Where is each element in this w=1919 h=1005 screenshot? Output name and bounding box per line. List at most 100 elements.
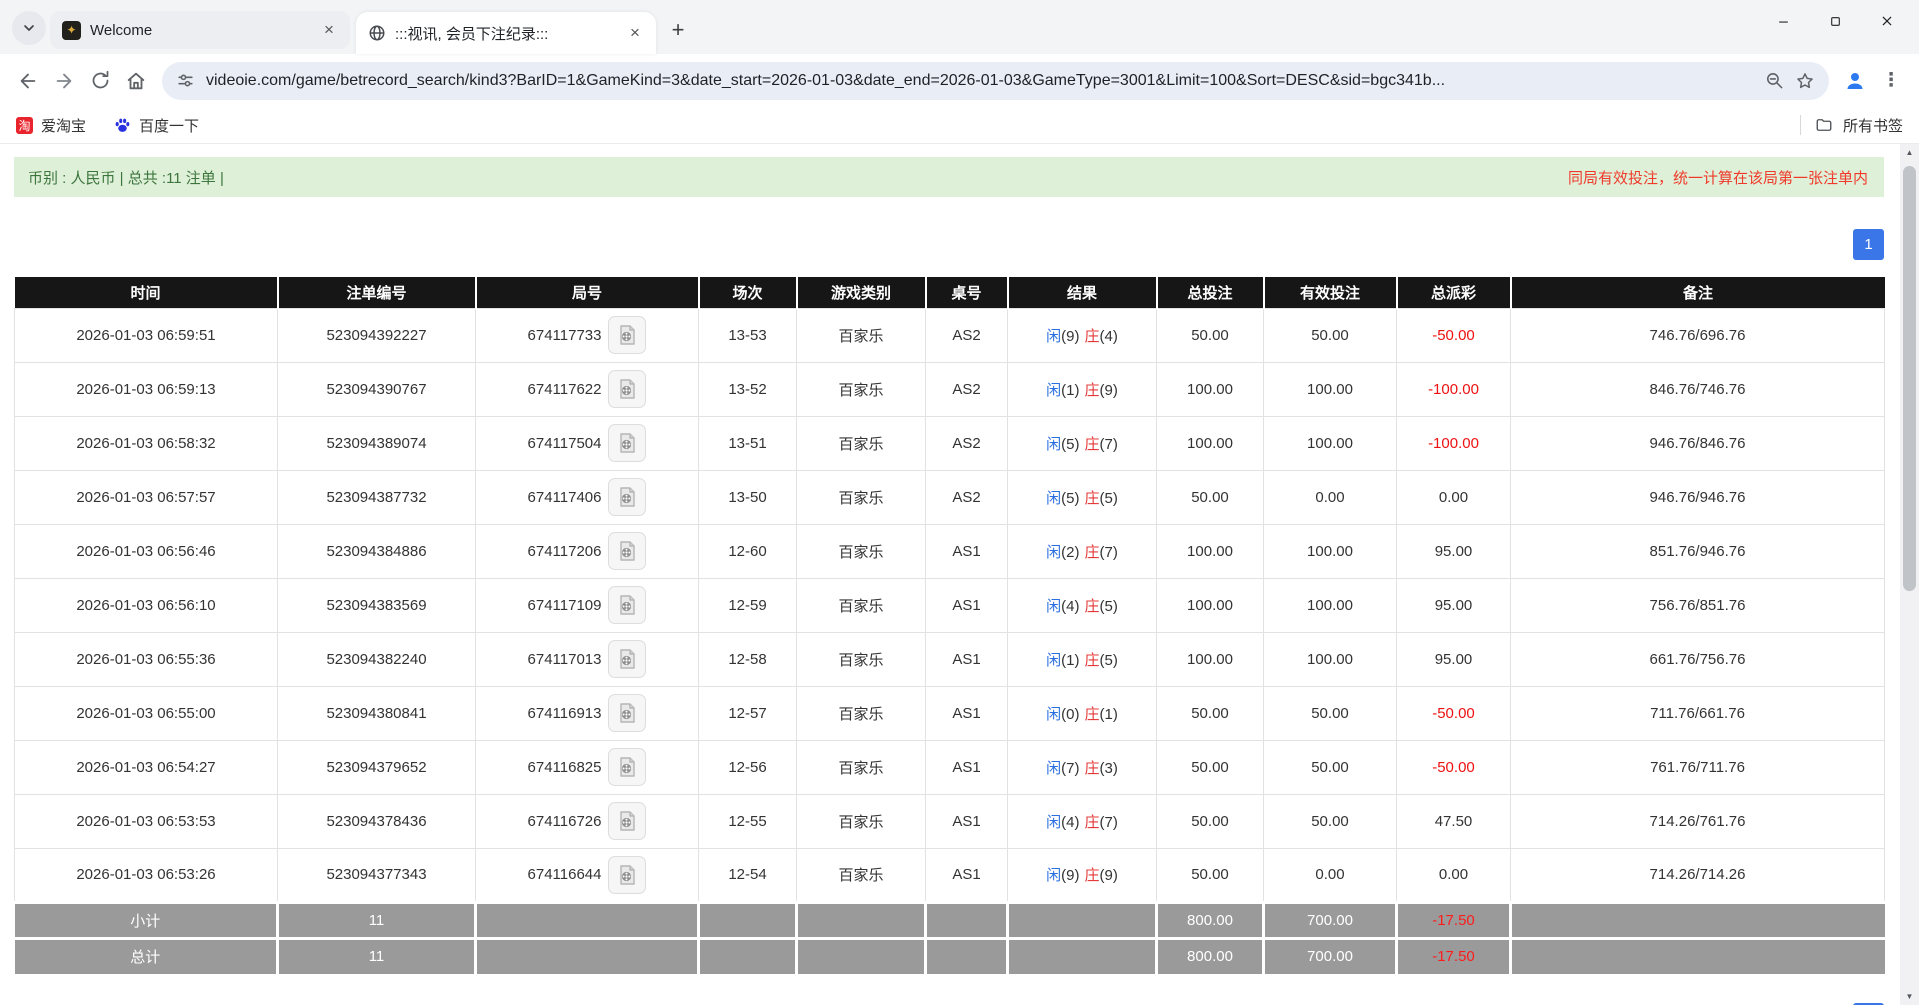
cell-bet-id: 523094377343 — [278, 848, 476, 902]
url-text[interactable]: videoie.com/game/betrecord_search/kind3?… — [206, 72, 1754, 90]
bookmark-taobao[interactable]: 淘 爱淘宝 — [16, 115, 86, 136]
player-result: 闲 — [1046, 867, 1061, 884]
tab-betrecord[interactable]: :::视讯, 会员下注纪录::: × — [356, 12, 656, 54]
total-label: 总计 — [15, 938, 278, 974]
cell-table-no: AS1 — [926, 686, 1008, 740]
bookmark-baidu[interactable]: 百度一下 — [114, 115, 199, 136]
cell-payout: 0.00 — [1397, 470, 1511, 524]
banker-result: 庄 — [1085, 328, 1100, 345]
cell-round: 674117406 — [476, 470, 699, 524]
tab-welcome[interactable]: ✦ Welcome × — [50, 11, 350, 49]
cell-result: 闲(5)庄(5) — [1008, 470, 1157, 524]
cell-round: 674117622 — [476, 362, 699, 416]
url-bar[interactable]: videoie.com/game/betrecord_search/kind3?… — [162, 62, 1829, 100]
scroll-down-icon[interactable]: ▼ — [1900, 988, 1919, 1005]
video-replay-icon[interactable] — [608, 370, 646, 408]
header-time: 时间 — [15, 277, 278, 308]
home-button[interactable] — [118, 63, 154, 99]
cell-round: 674117733 — [476, 308, 699, 362]
video-replay-icon[interactable] — [608, 532, 646, 570]
cell-total-bet: 50.00 — [1157, 740, 1264, 794]
cell-remark: 661.76/756.76 — [1511, 632, 1885, 686]
video-replay-icon[interactable] — [608, 316, 646, 354]
cell-session: 12-59 — [699, 578, 797, 632]
player-result: 闲 — [1046, 490, 1061, 507]
page-scrollbar[interactable]: ▲ ▼ — [1900, 144, 1919, 1005]
forward-button[interactable] — [46, 63, 82, 99]
cell-round: 674117504 — [476, 416, 699, 470]
close-tab-icon[interactable]: × — [624, 22, 646, 44]
cell-payout: -50.00 — [1397, 686, 1511, 740]
video-replay-icon[interactable] — [608, 424, 646, 462]
cell-payout: -50.00 — [1397, 740, 1511, 794]
cell-bet-id: 523094383569 — [278, 578, 476, 632]
header-payout: 总派彩 — [1397, 277, 1511, 308]
cell-valid-bet: 50.00 — [1264, 740, 1397, 794]
globe-icon — [368, 24, 386, 42]
subtotal-payout: -17.50 — [1397, 902, 1511, 938]
cell-session: 13-50 — [699, 470, 797, 524]
site-settings-icon[interactable] — [176, 71, 195, 90]
zoom-out-icon[interactable] — [1765, 71, 1784, 90]
cell-payout: 0.00 — [1397, 848, 1511, 902]
table-row: 2026-01-03 06:57:57 523094387732 6741174… — [15, 470, 1885, 524]
cell-payout: -50.00 — [1397, 308, 1511, 362]
pagination-top: 1 — [14, 229, 1884, 260]
round-number: 674116726 — [528, 813, 602, 830]
close-tab-icon[interactable]: × — [318, 19, 340, 41]
page-content: 币别 : 人民币 | 总共 :11 注单 | 同局有效投注，统一计算在该局第一张… — [0, 157, 1919, 1005]
browser-menu-button[interactable]: ⋮ — [1873, 63, 1909, 99]
player-result: 闲 — [1046, 814, 1061, 831]
page-1-button[interactable]: 1 — [1853, 229, 1884, 260]
header-round: 局号 — [476, 277, 699, 308]
total-payout: -17.50 — [1397, 938, 1511, 974]
back-button[interactable] — [10, 63, 46, 99]
cell-valid-bet: 100.00 — [1264, 524, 1397, 578]
subtotal-row: 小计 11 800.00 700.00 -17.50 — [15, 902, 1885, 938]
cell-time: 2026-01-03 06:55:36 — [15, 632, 278, 686]
round-number: 674117733 — [528, 327, 602, 344]
profile-avatar[interactable] — [1837, 63, 1873, 99]
round-number: 674117504 — [528, 435, 602, 452]
cell-game-type: 百家乐 — [797, 740, 926, 794]
video-replay-icon[interactable] — [608, 802, 646, 840]
baidu-paw-icon — [114, 117, 131, 134]
cell-remark: 851.76/946.76 — [1511, 524, 1885, 578]
video-replay-icon[interactable] — [608, 640, 646, 678]
maximize-button[interactable] — [1809, 0, 1861, 42]
video-replay-icon[interactable] — [608, 856, 646, 894]
header-valid-bet: 有效投注 — [1264, 277, 1397, 308]
cell-payout: 95.00 — [1397, 632, 1511, 686]
tab-search-button[interactable] — [12, 11, 46, 45]
cell-time: 2026-01-03 06:53:26 — [15, 848, 278, 902]
minimize-button[interactable] — [1757, 0, 1809, 42]
cell-time: 2026-01-03 06:54:27 — [15, 740, 278, 794]
new-tab-button[interactable]: + — [662, 14, 694, 46]
subtotal-valid-bet: 700.00 — [1264, 902, 1397, 938]
cell-result: 闲(4)庄(5) — [1008, 578, 1157, 632]
cell-total-bet: 100.00 — [1157, 632, 1264, 686]
cell-remark: 946.76/846.76 — [1511, 416, 1885, 470]
header-game-type: 游戏类别 — [797, 277, 926, 308]
subtotal-label: 小计 — [15, 902, 278, 938]
round-number: 674116644 — [528, 866, 602, 883]
total-count: 11 — [278, 938, 476, 974]
cell-round: 674117013 — [476, 632, 699, 686]
video-replay-icon[interactable] — [608, 694, 646, 732]
video-replay-icon[interactable] — [608, 586, 646, 624]
video-replay-icon[interactable] — [608, 478, 646, 516]
banker-result: 庄 — [1085, 544, 1100, 561]
cell-time: 2026-01-03 06:55:00 — [15, 686, 278, 740]
tab-strip: ✦ Welcome × :::视讯, 会员下注纪录::: × + — [0, 0, 1919, 54]
cell-game-type: 百家乐 — [797, 416, 926, 470]
all-bookmarks-button[interactable]: 所有书签 — [1843, 115, 1903, 136]
bookmark-star-icon[interactable] — [1795, 71, 1815, 91]
scrollbar-thumb[interactable] — [1903, 166, 1916, 591]
table-row: 2026-01-03 06:53:53 523094378436 6741167… — [15, 794, 1885, 848]
scroll-up-icon[interactable]: ▲ — [1900, 144, 1919, 161]
cell-remark: 714.26/761.76 — [1511, 794, 1885, 848]
reload-button[interactable] — [82, 63, 118, 99]
video-replay-icon[interactable] — [608, 748, 646, 786]
notice-text: 同局有效投注，统一计算在该局第一张注单内 — [1568, 167, 1868, 188]
close-window-button[interactable] — [1861, 0, 1913, 42]
